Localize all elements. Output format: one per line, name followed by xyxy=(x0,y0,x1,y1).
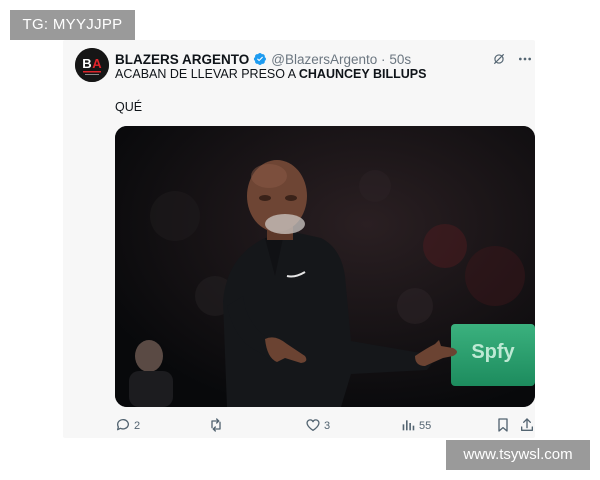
photo-coach-on-court: Spfy xyxy=(115,126,535,407)
views-icon xyxy=(400,417,416,436)
grok-icon[interactable] xyxy=(489,49,509,69)
display-name[interactable]: BLAZERS ARGENTO xyxy=(115,52,249,67)
reply-icon xyxy=(115,417,131,436)
timestamp[interactable]: 50s xyxy=(389,52,411,67)
bookmark-button[interactable] xyxy=(495,416,511,436)
more-icon[interactable] xyxy=(515,49,535,69)
avatar[interactable]: B A xyxy=(75,48,109,82)
reply-count: 2 xyxy=(134,420,141,432)
avatar-logo: B A xyxy=(75,48,109,82)
meta-separator: · xyxy=(381,51,386,67)
svg-text:B: B xyxy=(82,56,91,71)
share-icon xyxy=(519,417,535,436)
views-button[interactable]: 55 xyxy=(400,416,431,436)
repost-button[interactable] xyxy=(208,416,227,436)
reply-button[interactable]: 2 xyxy=(115,416,140,436)
tweet-text-name: CHAUNCEY BILLUPS xyxy=(298,67,427,81)
heart-icon xyxy=(305,417,321,436)
tweet-header: BLAZERS ARGENTO @BlazersArgento · 50s xyxy=(115,51,411,67)
tweet-card[interactable]: B A BLAZERS ARGENTO @BlazersArgento · 50… xyxy=(63,40,535,438)
repost-icon xyxy=(208,417,224,436)
views-count: 55 xyxy=(419,420,432,432)
tweet-photo[interactable]: Spfy xyxy=(115,126,535,407)
screenshot-page: TG: MYYJJPP B A BLAZERS ARGENTO @Blazers… xyxy=(0,0,600,480)
header-icons xyxy=(489,49,535,69)
handle-and-time[interactable]: @BlazersArgento · 50s xyxy=(271,52,411,67)
tweet-text-line1: ACABAN DE LLEVAR PRESO A CHAUNCEY BILLUP… xyxy=(115,67,426,81)
watermark-top: TG: MYYJJPP xyxy=(10,10,135,40)
tweet-actions: 2 3 55 xyxy=(115,416,535,436)
tweet-text-prefix: ACABAN DE LLEVAR PRESO A xyxy=(115,67,299,81)
tweet-text-line2: QUÉ xyxy=(115,100,143,114)
bookmark-icon xyxy=(495,417,511,436)
handle[interactable]: @BlazersArgento xyxy=(271,52,377,67)
verified-badge-icon xyxy=(253,52,267,66)
share-button[interactable] xyxy=(519,416,535,436)
svg-text:A: A xyxy=(92,56,102,71)
watermark-bottom: www.tsywsl.com xyxy=(446,440,590,470)
like-count: 3 xyxy=(324,420,331,432)
like-button[interactable]: 3 xyxy=(305,416,330,436)
courtside-sign-text: Spfy xyxy=(471,341,515,363)
